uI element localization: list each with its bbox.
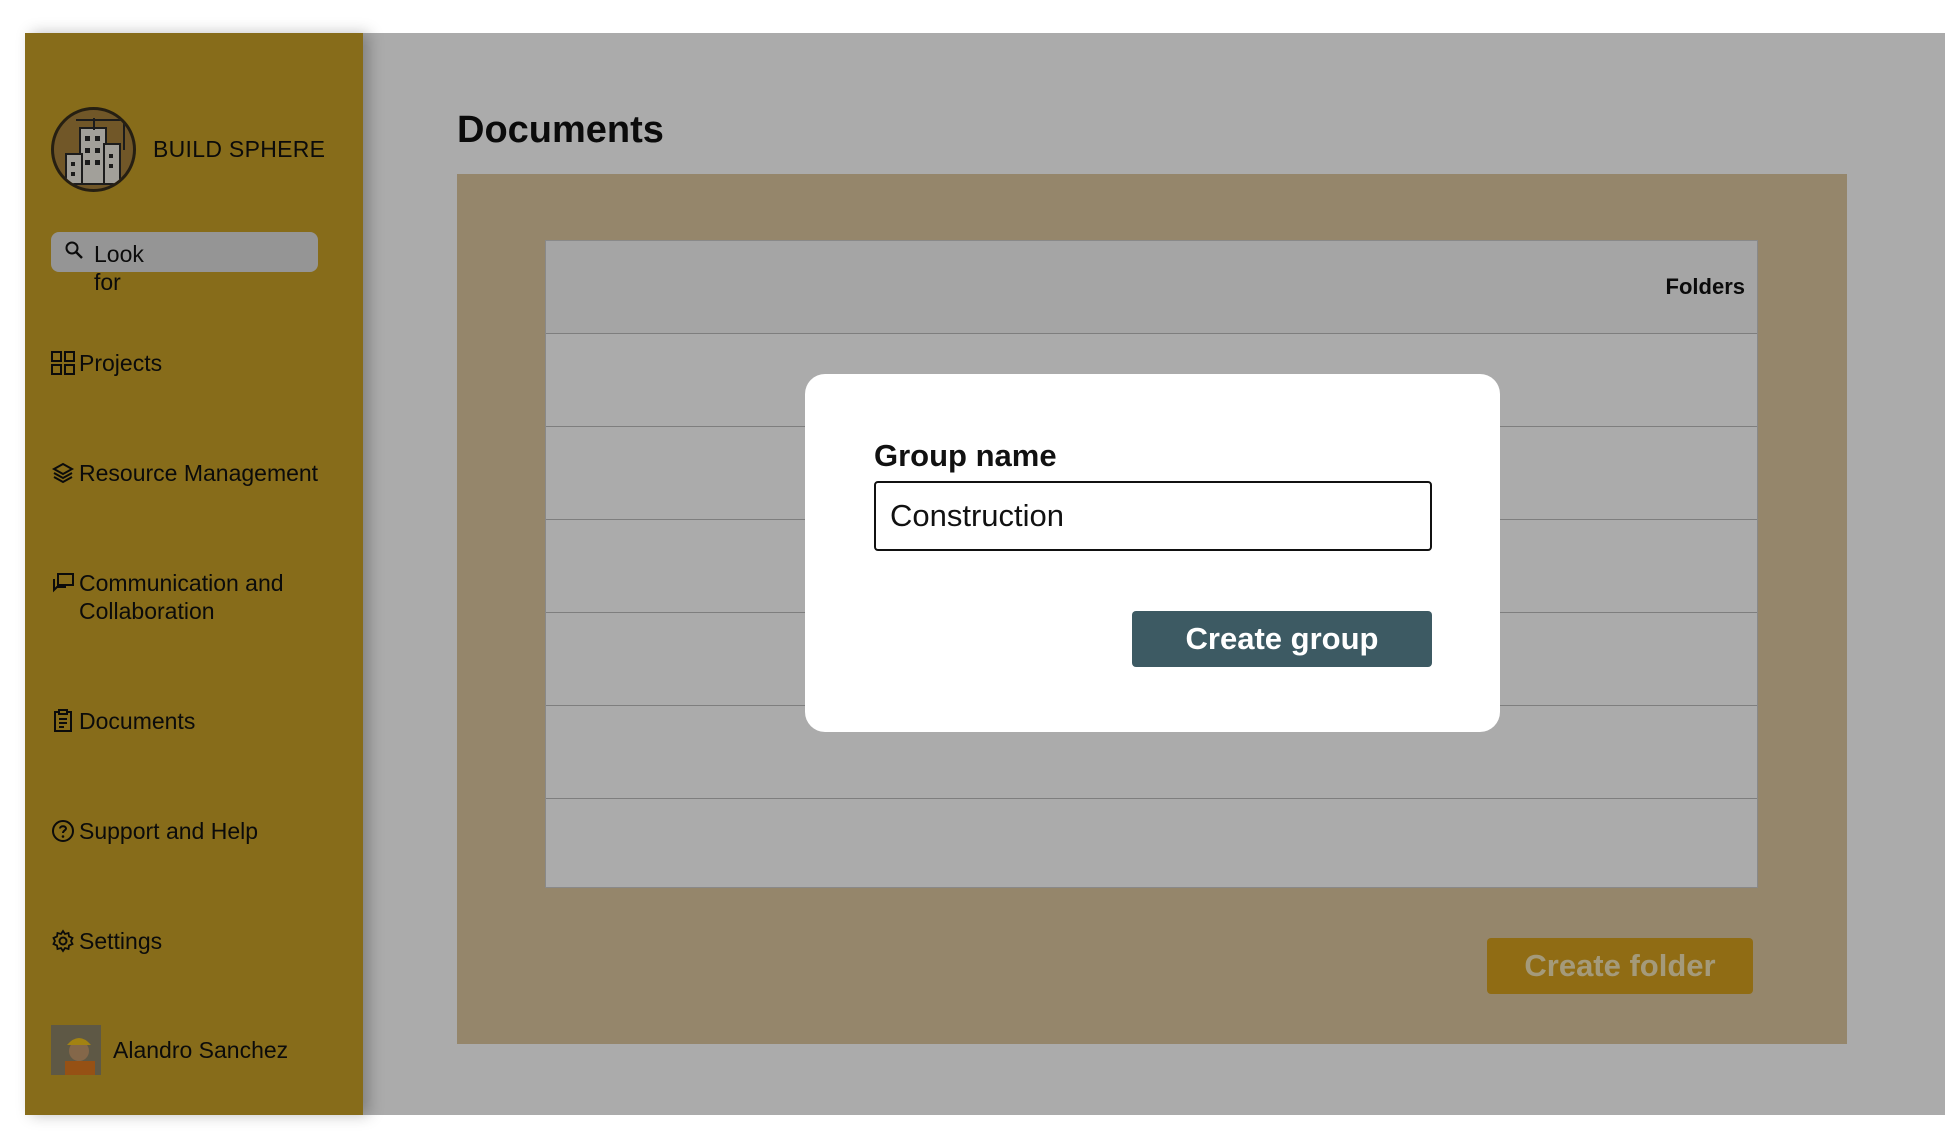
brand[interactable]: BUILD SPHERE <box>51 107 325 192</box>
layers-icon <box>49 459 77 487</box>
search-placeholder: Look for <box>94 241 144 295</box>
sidebar-item-communication[interactable]: Communication and Collaboration <box>49 569 339 625</box>
build-sphere-logo-icon <box>51 107 136 192</box>
sidebar-item-label: Settings <box>79 928 163 954</box>
group-name-label: Group name <box>874 438 1057 473</box>
sidebar-item-projects[interactable]: Projects <box>49 349 339 377</box>
sidebar-item-label: Documents <box>79 708 196 734</box>
user-name: Alandro Sanchez <box>113 1036 289 1063</box>
gear-icon <box>49 927 77 955</box>
sidebar-item-label: Resource Management <box>79 460 319 486</box>
sidebar-item-documents[interactable]: Documents <box>49 707 339 735</box>
clipboard-icon <box>49 707 77 735</box>
table-header: Folders <box>546 241 1757 334</box>
brand-name: BUILD SPHERE <box>153 136 326 162</box>
sidebar-item-label: Projects <box>79 350 163 376</box>
page-title: Documents <box>457 109 664 151</box>
sidebar-item-settings[interactable]: Settings <box>49 927 339 955</box>
sidebar: BUILD SPHERE Look for Projects Resource … <box>25 33 363 1115</box>
avatar <box>51 1025 101 1075</box>
help-circle-icon <box>49 817 77 845</box>
app-window: BUILD SPHERE Look for Projects Resource … <box>25 33 1945 1115</box>
search-field[interactable]: Look for <box>51 232 318 295</box>
chat-icon <box>49 569 77 597</box>
create-folder-button[interactable]: Create folder <box>1487 938 1753 994</box>
table-row[interactable] <box>546 799 1757 892</box>
create-group-button[interactable]: Create group <box>1132 611 1432 667</box>
create-group-dialog: Group name Create group <box>805 374 1500 732</box>
sidebar-item-support[interactable]: Support and Help <box>49 817 339 845</box>
sidebar-item-label: Communication and Collaboration <box>79 570 284 624</box>
sidebar-item-label: Support and Help <box>79 818 259 844</box>
search-icon <box>64 240 84 265</box>
folders-column-header: Folders <box>1665 274 1745 299</box>
group-name-input[interactable] <box>874 481 1432 551</box>
sidebar-item-resource-management[interactable]: Resource Management <box>49 459 339 487</box>
grid-icon <box>49 349 77 377</box>
user-profile[interactable]: Alandro Sanchez <box>51 1025 288 1075</box>
